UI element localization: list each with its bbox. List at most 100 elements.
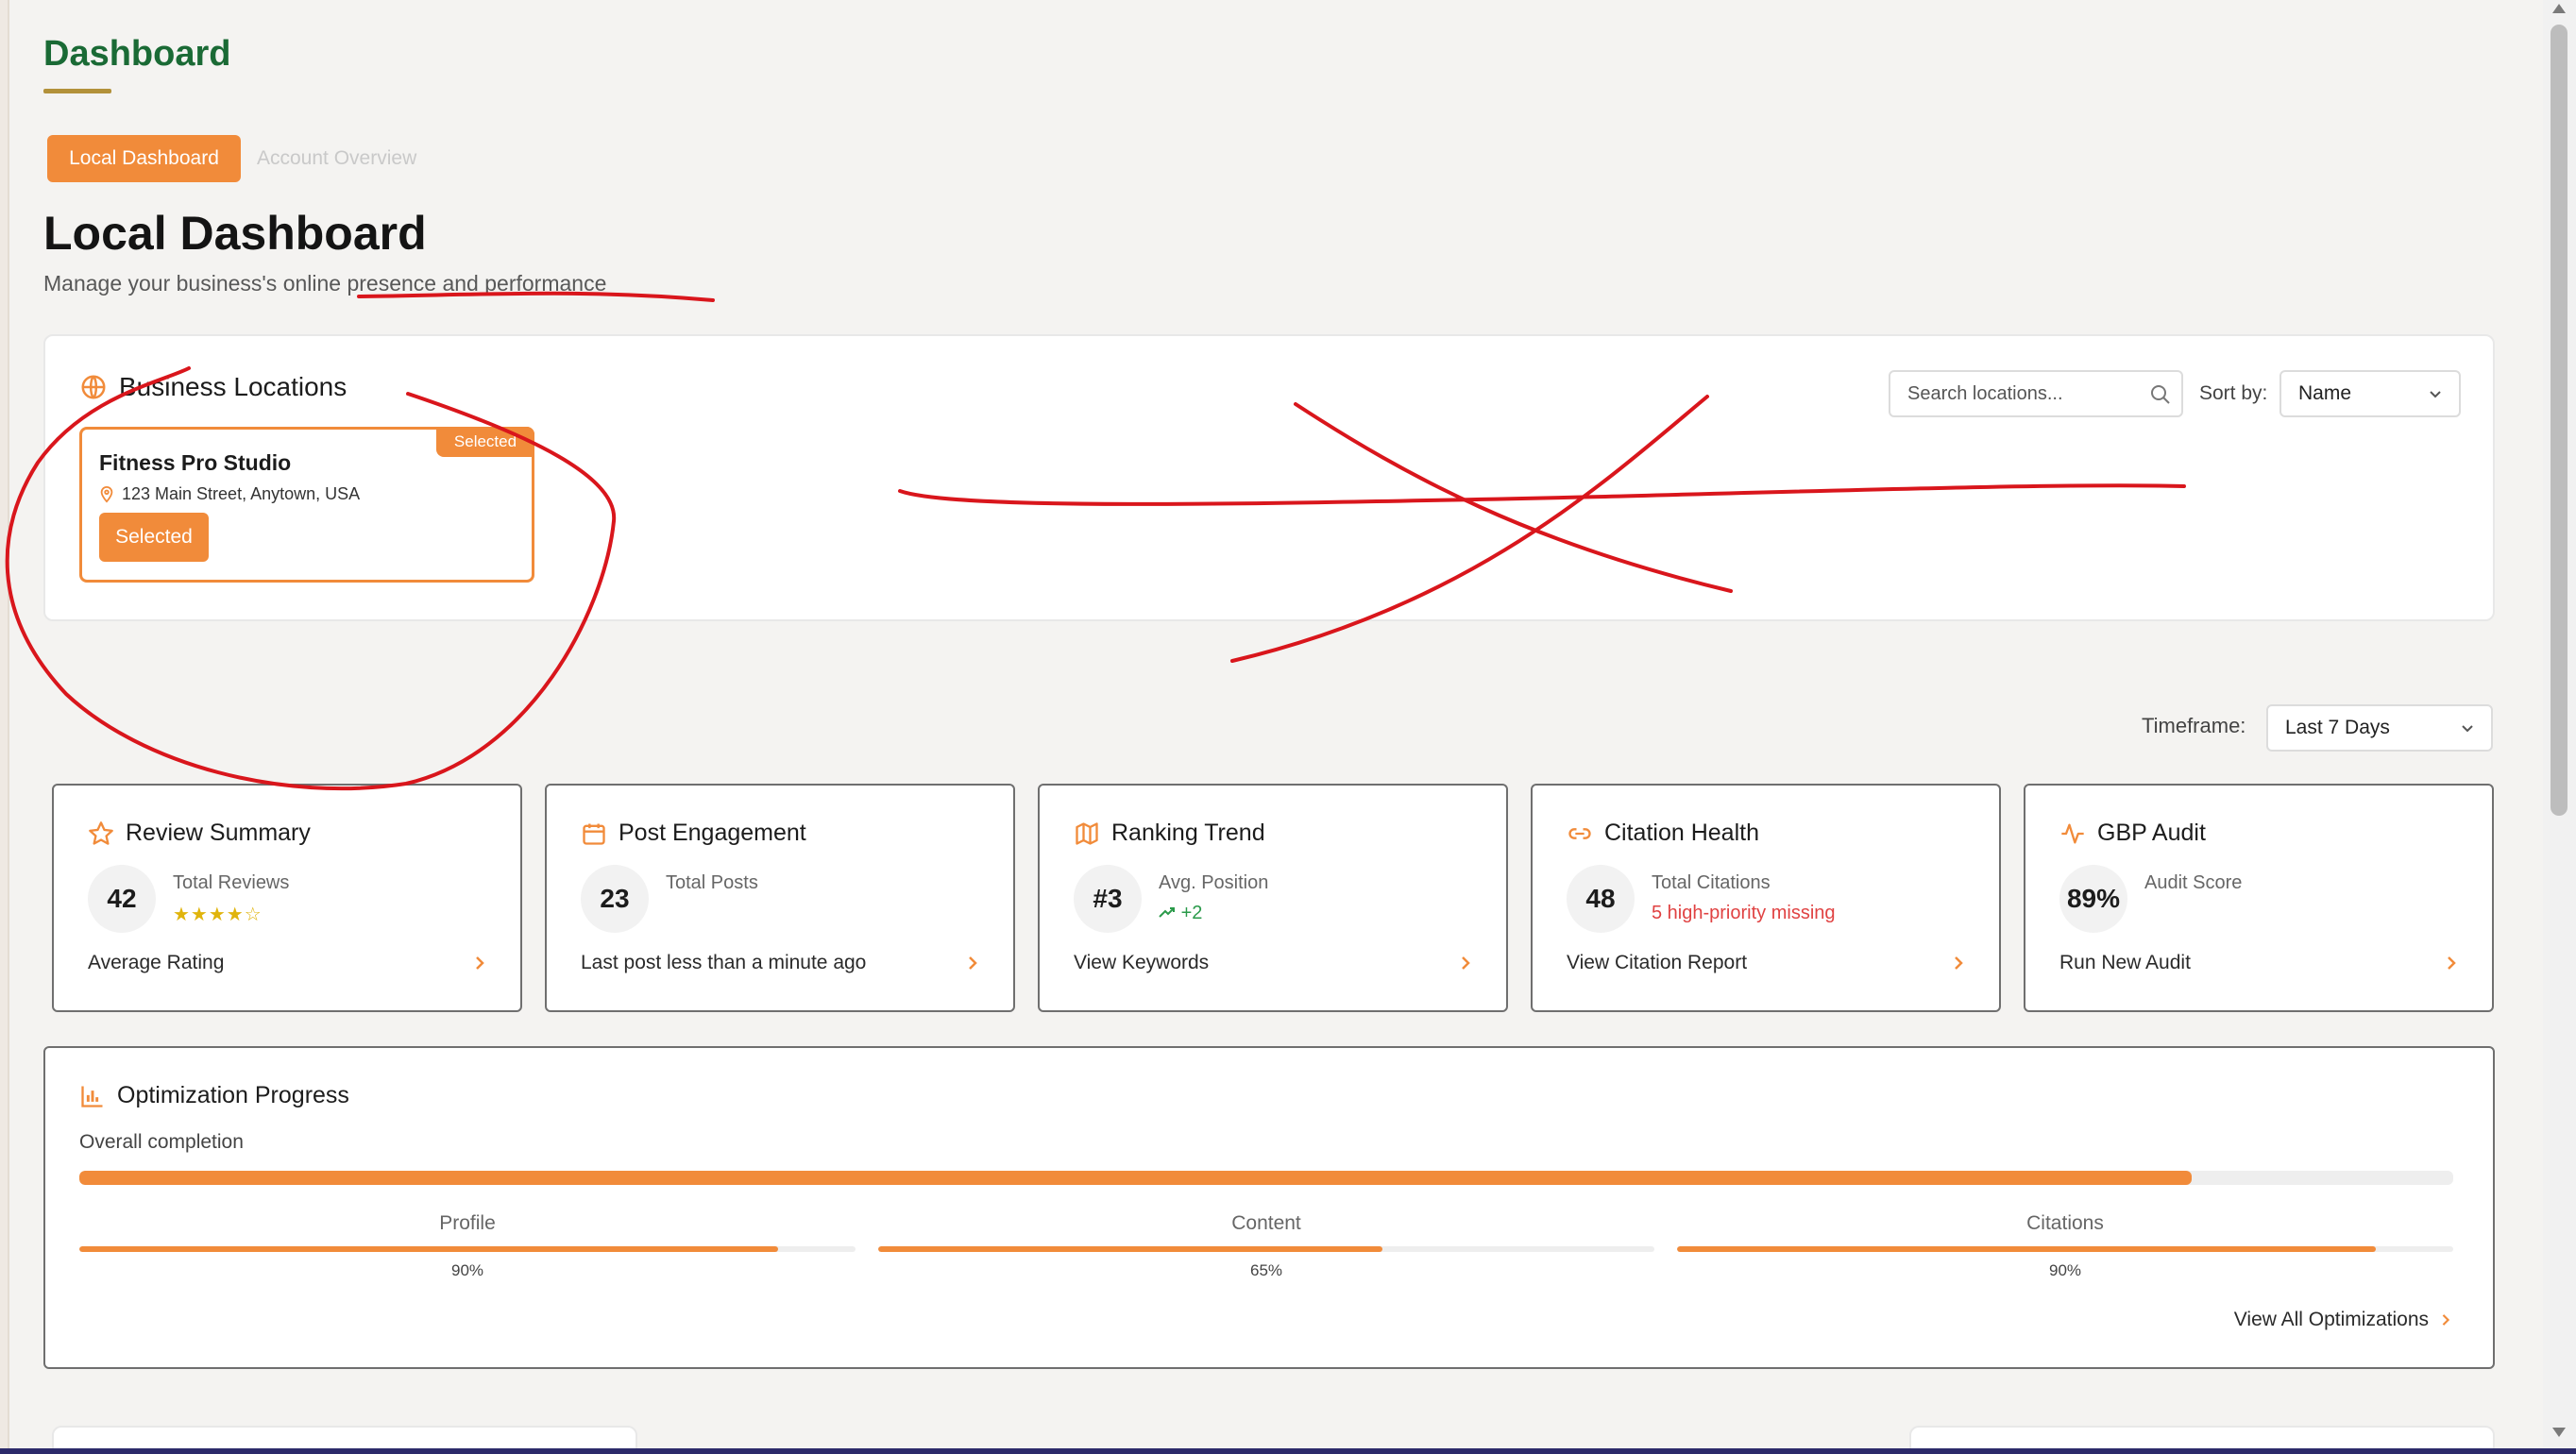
chevron-right-icon[interactable] [2445,954,2458,972]
tab-account-overview[interactable]: Account Overview [257,135,416,182]
sort-select-value: Name [2298,382,2352,404]
audit-score: 89% [2059,865,2127,933]
window-left-edge [0,0,9,1451]
link-icon [1568,827,1591,839]
business-locations-heading: Business Locations [79,372,347,402]
view-keywords-link[interactable]: View Keywords [1074,952,1209,974]
citations-progress-fill [1677,1246,2376,1252]
average-position: #3 [1074,865,1142,933]
chevron-right-icon[interactable] [966,954,979,972]
review-count: 42 [88,865,156,933]
ranking-trend-heading: Ranking Trend [1074,820,1265,847]
scroll-down-arrow-icon[interactable] [2552,1428,2566,1437]
gbp-audit-card[interactable]: GBP Audit 89% Audit Score Run New Audit [2024,784,2494,1012]
ranking-trend-title: Ranking Trend [1111,820,1265,846]
window-bottom-edge [0,1448,2576,1454]
star-icon [89,820,113,845]
map-icon [1076,821,1098,845]
content-progress-fill [878,1246,1383,1252]
timeframe-select[interactable]: Last 7 Days [2266,704,2493,752]
chevron-down-icon [2462,725,2473,733]
map-pin-icon [100,485,113,503]
scrollbar-thumb[interactable] [2551,25,2568,816]
post-engagement-title: Post Engagement [619,820,806,846]
brand-title: Dashboard [43,34,231,74]
chevron-down-icon [2430,391,2441,398]
location-name: Fitness Pro Studio [99,450,292,475]
profile-label: Profile [439,1212,496,1234]
citation-health-heading: Citation Health [1567,820,1759,847]
citation-count-label: Total Citations [1652,872,1771,893]
gbp-audit-title: GBP Audit [2097,820,2206,846]
selected-badge: Selected [436,427,534,457]
missing-citations-alert: 5 high-priority missing [1652,903,1836,923]
chevron-right-icon [2442,1314,2450,1326]
view-all-optimizations-link[interactable]: View All Optimizations [2234,1309,2451,1331]
page-subtitle: Manage your business's online presence a… [43,271,607,296]
citations-progress-bar [1677,1246,2453,1252]
citation-count: 48 [1567,865,1635,933]
view-all-optimizations-label: View All Optimizations [2233,1309,2429,1330]
average-position-label: Avg. Position [1159,872,1269,893]
calendar-icon [583,823,605,845]
overall-progress-bar [79,1171,2453,1185]
rating-stars: ★★★★☆ [173,905,263,925]
last-post-link[interactable]: Last post less than a minute ago [581,952,866,974]
scroll-up-arrow-icon[interactable] [2552,4,2566,13]
gbp-audit-heading: GBP Audit [2059,820,2206,847]
citations-label: Citations [2026,1212,2104,1234]
activity-icon [2061,823,2084,843]
optimization-progress-card: Optimization Progress Overall completion… [43,1046,2495,1369]
review-count-label: Total Reviews [173,872,290,893]
content-progress-bar [878,1246,1654,1252]
review-summary-heading: Review Summary [88,820,311,847]
position-trend-value: +2 [1180,903,1203,923]
content-percent: 65% [1249,1261,1283,1279]
citation-health-card[interactable]: Citation Health 48 Total Citations 5 hig… [1531,784,2001,1012]
brand-underline [43,89,111,93]
content-label: Content [1231,1212,1301,1234]
profile-percent: 90% [450,1261,484,1279]
location-selected-button[interactable]: Selected [99,513,209,562]
post-count-label: Total Posts [666,872,758,893]
location-address: 123 Main Street, Anytown, USA [99,484,360,504]
review-summary-title: Review Summary [126,820,311,846]
profile-progress-fill [79,1246,778,1252]
optimization-progress-heading: Optimization Progress [79,1082,349,1109]
trending-up-icon [1159,907,1175,918]
timeframe-select-value: Last 7 Days [2285,717,2390,738]
average-rating-link[interactable]: Average Rating [88,952,224,974]
page-title: Local Dashboard [43,207,427,260]
business-locations-card: Business Locations Selected Fitness Pro … [43,334,2495,621]
chevron-right-icon[interactable] [1952,954,1965,972]
post-count: 23 [581,865,649,933]
view-citation-report-link[interactable]: View Citation Report [1567,952,1747,974]
chevron-right-icon[interactable] [473,954,486,972]
overall-progress-fill [79,1171,2193,1185]
sort-by-label: Sort by: [2199,382,2268,404]
position-trend: +2 [1159,903,1202,924]
vertical-scrollbar[interactable] [2543,0,2576,1448]
tab-local-dashboard[interactable]: Local Dashboard [47,135,241,182]
sort-select[interactable]: Name [2279,370,2461,417]
globe-icon [81,375,106,399]
review-summary-card[interactable]: Review Summary 42 Total Reviews ★★★★☆ Av… [52,784,522,1012]
citations-percent: 90% [2048,1261,2082,1279]
bar-chart-icon [81,1086,103,1107]
search-icon[interactable] [2149,383,2172,406]
overall-completion-label: Overall completion [79,1131,244,1153]
search-locations-input[interactable] [1889,370,2183,417]
location-card-fitness-pro-studio[interactable]: Selected Fitness Pro Studio 123 Main Str… [79,427,534,583]
optimization-progress-title: Optimization Progress [117,1082,349,1108]
ranking-trend-card[interactable]: Ranking Trend #3 Avg. Position +2 View K… [1038,784,1508,1012]
chevron-right-icon[interactable] [1459,954,1472,972]
post-engagement-heading: Post Engagement [581,820,806,847]
post-engagement-card[interactable]: Post Engagement 23 Total Posts Last post… [545,784,1015,1012]
location-address-text: 123 Main Street, Anytown, USA [122,484,361,503]
citation-health-title: Citation Health [1604,820,1759,846]
profile-progress-bar [79,1246,856,1252]
audit-score-label: Audit Score [2144,872,2243,893]
business-locations-title: Business Locations [119,372,347,401]
run-new-audit-link[interactable]: Run New Audit [2059,952,2191,974]
timeframe-label: Timeframe: [2142,714,2246,737]
